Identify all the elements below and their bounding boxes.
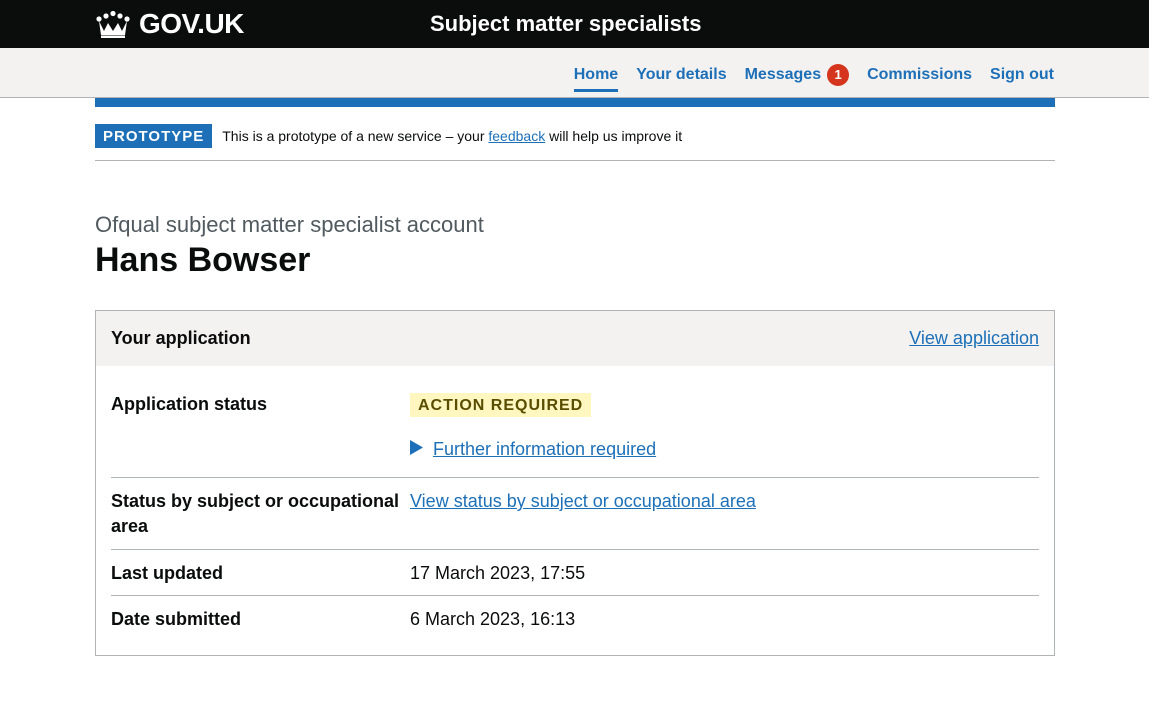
nav-list: Home Your details Messages 1 Commissions… [573, 64, 1054, 93]
service-navigation: Home Your details Messages 1 Commissions… [0, 48, 1149, 98]
page-caption: Ofqual subject matter specialist account [95, 212, 484, 237]
nav-link-commissions[interactable]: Commissions [867, 65, 972, 92]
last-updated-value: 17 March 2023, 17:55 [410, 563, 586, 583]
logo-text: GOV.UK [139, 8, 244, 39]
service-name-link[interactable]: Subject matter specialists [430, 9, 701, 39]
nav-link-home[interactable]: Home [573, 65, 619, 92]
summary-row-last-updated: Last updated 17 March 2023, 17:55 [111, 550, 1039, 596]
summary-key: Application status [111, 394, 268, 414]
status-tag: ACTION REQUIRED [410, 393, 592, 417]
further-information-details-toggle[interactable]: Further information required [410, 437, 1039, 462]
application-summary-card: Your application View application Applic… [95, 310, 1055, 656]
summary-key: Last updated [111, 563, 224, 583]
phase-text-before: This is a prototype of a new service – y… [222, 128, 485, 144]
nav-link-messages[interactable]: Messages 1 [745, 64, 850, 93]
nav-item-commissions: Commissions [867, 65, 972, 92]
phase-banner-text: This is a prototype of a new service – y… [222, 124, 682, 148]
summary-row-date-submitted: Date submitted 6 March 2023, 16:13 [111, 596, 1039, 641]
card-title: Your application [111, 328, 251, 348]
nav-item-your-details: Your details [636, 65, 726, 92]
summary-key: Status by subject or occupational area [111, 491, 400, 536]
summary-row-application-status: Application status ACTION REQUIRED Furth… [111, 366, 1039, 478]
header-blue-strip [95, 98, 1055, 107]
triangle-right-icon [410, 437, 423, 462]
view-status-by-subject-link[interactable]: View status by subject or occupational a… [410, 491, 756, 511]
nav-link-your-details[interactable]: Your details [636, 65, 726, 92]
nav-link-messages-label: Messages [744, 66, 822, 83]
phase-banner: PROTOTYPE This is a prototype of a new s… [95, 124, 1055, 161]
view-application-link[interactable]: View application [909, 328, 1039, 349]
govuk-logo-link[interactable]: GOV.UK [95, 7, 244, 41]
card-header: Your application View application [96, 311, 1054, 366]
nav-item-messages: Messages 1 [745, 64, 850, 93]
summary-row-status-by-subject: Status by subject or occupational area V… [111, 478, 1039, 550]
nav-item-home: Home [573, 65, 619, 92]
phase-tag: PROTOTYPE [95, 124, 213, 148]
nav-link-sign-out[interactable]: Sign out [990, 65, 1054, 92]
crown-icon [95, 9, 131, 39]
summary-list: Application status ACTION REQUIRED Furth… [111, 366, 1039, 641]
page-title: Hans Bowser [95, 241, 311, 279]
phase-text-after: will help us improve it [549, 128, 683, 144]
messages-count-badge: 1 [827, 64, 850, 86]
summary-value: View status by subject or occupational a… [410, 489, 1039, 549]
feedback-link[interactable]: feedback [488, 128, 545, 144]
summary-value: ACTION REQUIRED Further information requ… [410, 392, 1039, 477]
details-summary-text: Further information required [433, 439, 657, 459]
date-submitted-value: 6 March 2023, 16:13 [410, 609, 576, 629]
nav-item-sign-out: Sign out [990, 65, 1054, 92]
site-header: GOV.UK Subject matter specialists [0, 0, 1149, 48]
summary-key: Date submitted [111, 609, 242, 629]
